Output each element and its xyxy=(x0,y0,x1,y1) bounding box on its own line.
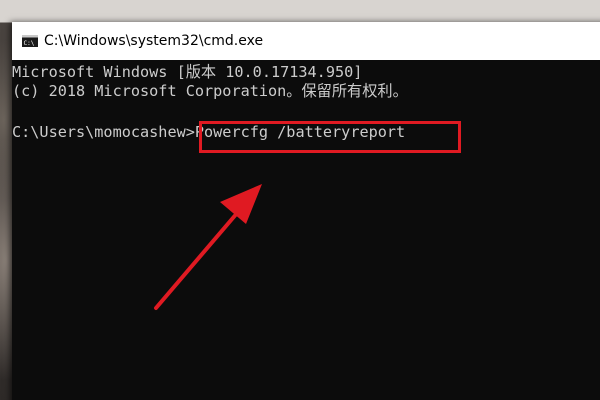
svg-text:C:\: C:\ xyxy=(24,40,35,47)
console-output[interactable]: Microsoft Windows [版本 10.0.17134.950] (c… xyxy=(12,60,600,400)
command-prompt: C:\Users\momocashew> xyxy=(12,123,195,141)
arrow-icon xyxy=(154,184,262,310)
command-highlight-box xyxy=(199,121,461,153)
console-line-copyright: (c) 2018 Microsoft Corporation。保留所有权利。 xyxy=(12,82,408,100)
cmd-icon: C:\ xyxy=(22,35,38,47)
cmd-window: C:\ C:\Windows\system32\cmd.exe Microsof… xyxy=(12,22,600,400)
window-title: C:\Windows\system32\cmd.exe xyxy=(44,33,264,49)
screenshot: C:\ C:\Windows\system32\cmd.exe Microsof… xyxy=(0,0,600,400)
title-bar[interactable]: C:\ C:\Windows\system32\cmd.exe xyxy=(12,22,600,60)
console-line-version: Microsoft Windows [版本 10.0.17134.950] xyxy=(12,63,363,81)
